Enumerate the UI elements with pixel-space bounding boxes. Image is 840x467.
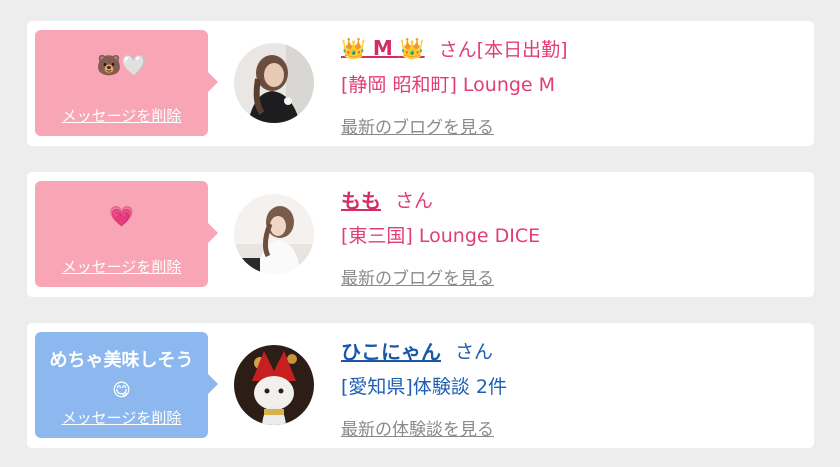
latest-blog-link[interactable]: 最新のブログを見る: [341, 113, 494, 138]
item-info: 👑 M 👑 さん [本日出勤] [静岡 昭和町] Lounge M 最新のブログ…: [341, 33, 804, 138]
message-bubble: めちゃ美味しそう 😋 メッセージを削除: [35, 332, 218, 438]
honorific: さん: [438, 38, 477, 61]
avatar[interactable]: [234, 43, 314, 123]
yum-emoji-icon: 😋: [112, 380, 131, 401]
list-item: 🐻🤍 メッセージを削除 👑 M 👑 さん [本日出勤] [静岡 昭和町] Lou…: [27, 21, 814, 146]
latest-review-link[interactable]: 最新の体験談を見る: [341, 415, 494, 440]
crown-icon: 👑: [341, 36, 366, 60]
shop-label: [東三国] Lounge DICE: [341, 225, 541, 247]
delete-message-link[interactable]: メッセージを削除: [35, 407, 208, 428]
delete-message-link[interactable]: メッセージを削除: [35, 256, 208, 277]
message-bubble: 🐻🤍 メッセージを削除: [35, 30, 218, 136]
item-info: ひこにゃん さん [愛知県]体験談 2件 最新の体験談を見る: [341, 335, 804, 441]
message-text: 💗: [109, 204, 134, 228]
list-item: めちゃ美味しそう 😋 メッセージを削除 ひこにゃん さん [愛知県]体験談 2件…: [27, 323, 814, 448]
shop-label: [静岡 昭和町] Lounge M: [341, 74, 556, 96]
status-tag: [本日出勤]: [476, 38, 568, 61]
name-link[interactable]: 👑 M 👑: [341, 36, 425, 60]
crown-icon: 👑: [399, 36, 425, 60]
favorites-list: 🐻🤍 メッセージを削除 👑 M 👑 さん [本日出勤] [静岡 昭和町] Lou…: [0, 0, 840, 467]
review-count-label: [愛知県]体験談 2件: [341, 376, 507, 398]
honorific: さん: [395, 189, 434, 212]
message-bubble: 💗 メッセージを削除: [35, 181, 218, 287]
name-link[interactable]: もも: [341, 185, 381, 214]
delete-message-link[interactable]: メッセージを削除: [35, 105, 208, 126]
name-link[interactable]: ひこにゃん: [341, 336, 441, 365]
message-text: めちゃ美味しそう 😋: [49, 350, 194, 401]
avatar[interactable]: [234, 194, 314, 274]
list-item: 💗 メッセージを削除 もも さん [東三国] Lounge DICE 最新のブロ…: [27, 172, 814, 297]
honorific: さん: [455, 340, 494, 363]
avatar[interactable]: [234, 345, 314, 425]
latest-blog-link[interactable]: 最新のブログを見る: [341, 264, 494, 289]
item-info: もも さん [東三国] Lounge DICE 最新のブログを見る: [341, 184, 804, 290]
message-text: 🐻🤍: [96, 53, 147, 77]
